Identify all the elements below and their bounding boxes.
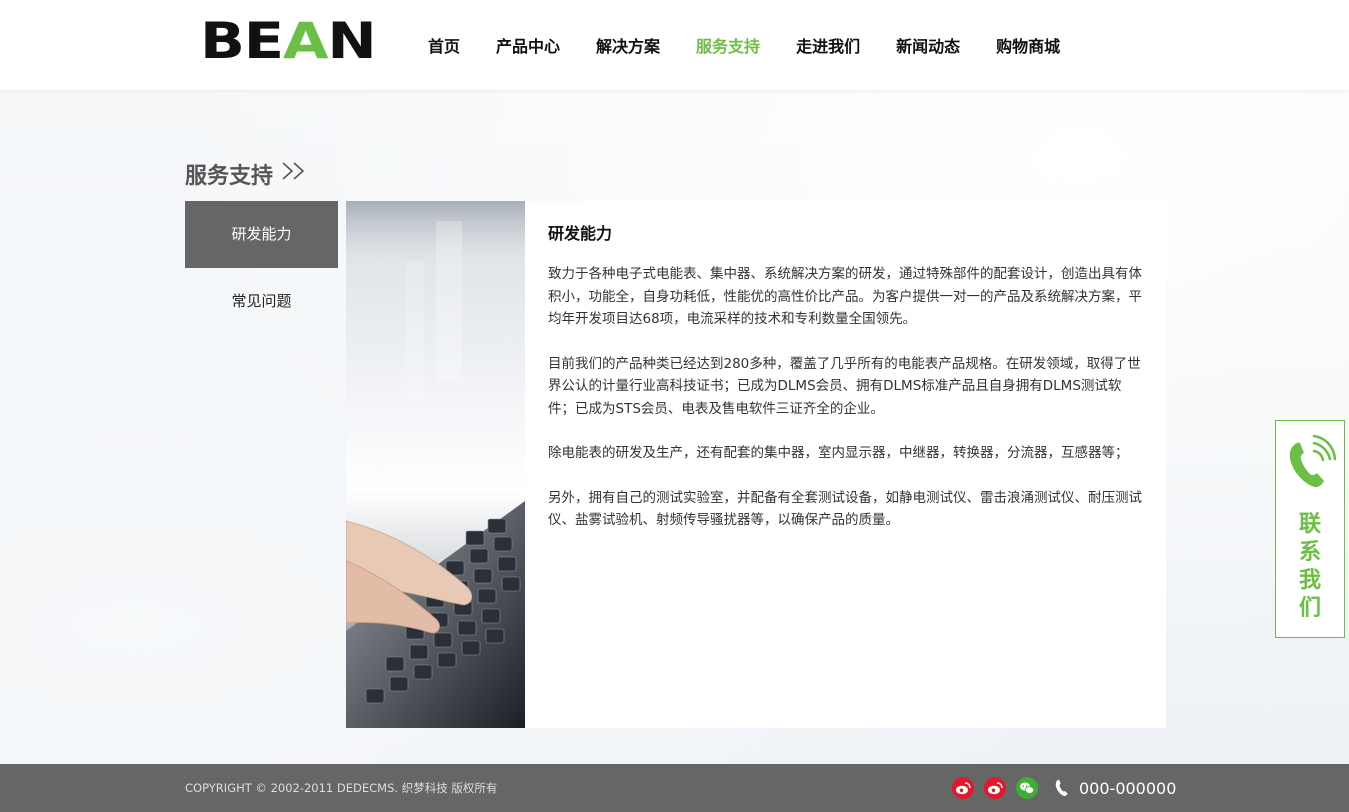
section-title: 服务支持: [185, 158, 307, 190]
phone-number: 000-000000: [1079, 778, 1177, 798]
tencent-weibo-icon[interactable]: [984, 777, 1006, 799]
phone-icon: [1289, 434, 1336, 488]
side-item-faq[interactable]: 常见问题: [185, 268, 338, 335]
wechat-icon[interactable]: [1016, 777, 1038, 799]
phone-icon: [1055, 779, 1068, 797]
social-links: [952, 777, 1038, 799]
main-nav: 首页 产品中心 解决方案 服务支持 走进我们 新闻动态 购物商城: [410, 0, 1078, 90]
nav-item-home[interactable]: 首页: [410, 0, 478, 90]
copyright-text: COPYRIGHT © 2002-2011 DEDECMS. 织梦科技 版权所有: [185, 781, 498, 795]
contact-us-float-button[interactable]: 联系我们: [1275, 420, 1345, 638]
content-paragraph: 目前我们的产品种类已经达到280多种，覆盖了几乎所有的电能表产品规格。在研发领域…: [548, 355, 1141, 417]
section-title-text: 服务支持: [185, 164, 274, 189]
hero-keyboard-image: [346, 201, 525, 728]
nav-item-news[interactable]: 新闻动态: [878, 0, 978, 90]
content-panel: 研发能力 致力于各种电子式电能表、集中器、系统解决方案的研发，通过特殊部件的配套…: [525, 201, 1166, 728]
nav-item-shop[interactable]: 购物商城: [978, 0, 1078, 90]
nav-item-service-support[interactable]: 服务支持: [678, 0, 778, 90]
double-chevron-icon: [281, 161, 307, 187]
site-header: BEAN 首页 产品中心 解决方案 服务支持 走进我们 新闻动态 购物商城: [0, 0, 1349, 90]
weibo-icon[interactable]: [952, 777, 974, 799]
nav-item-solutions[interactable]: 解决方案: [578, 0, 678, 90]
site-logo[interactable]: BEAN: [200, 16, 377, 66]
content-body: 研发能力 致力于各种电子式电能表、集中器、系统解决方案的研发，通过特殊部件的配套…: [548, 223, 1143, 554]
side-menu: 研发能力 常见问题: [185, 201, 338, 335]
side-item-rd-capability[interactable]: 研发能力: [185, 201, 338, 268]
nav-item-about[interactable]: 走进我们: [778, 0, 878, 90]
nav-item-products[interactable]: 产品中心: [478, 0, 578, 90]
content-paragraph: 另外，拥有自己的测试实验室，并配备有全套测试设备，如静电测试仪、雷击浪涌测试仪、…: [548, 489, 1142, 529]
content-paragraph: 致力于各种电子式电能表、集中器、系统解决方案的研发，通过特殊部件的配套设计，创造…: [548, 266, 1142, 327]
content-title: 研发能力: [548, 224, 613, 243]
site-footer: COPYRIGHT © 2002-2011 DEDECMS. 织梦科技 版权所有…: [0, 764, 1349, 812]
content-paragraph: 除电能表的研发及生产，还有配套的集中器，室内显示器，中继器，转换器，分流器，互感…: [548, 445, 1129, 461]
footer-phone: 000-000000: [1055, 764, 1176, 812]
contact-us-label: 联系我们: [1298, 512, 1321, 621]
